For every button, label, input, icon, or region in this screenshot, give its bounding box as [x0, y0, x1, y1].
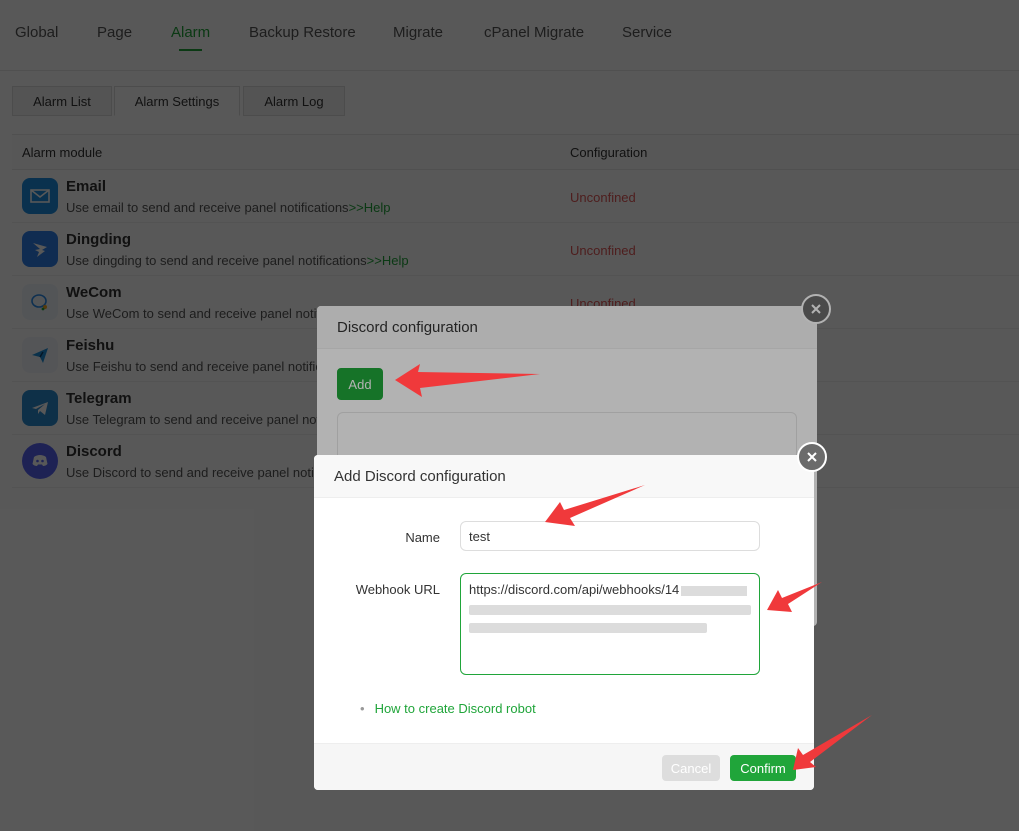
webhook-url-text: https://discord.com/api/webhooks/14: [469, 582, 751, 597]
redacted-text: [469, 605, 751, 615]
redacted-text: [469, 623, 707, 633]
help-link-discord-robot[interactable]: How to create Discord robot: [360, 701, 536, 716]
dialog-header: Add Discord configuration: [314, 455, 814, 498]
cancel-button[interactable]: Cancel: [662, 755, 720, 781]
add-discord-config-dialog: Add Discord configuration Name Webhook U…: [314, 455, 814, 790]
confirm-button[interactable]: Confirm: [730, 755, 796, 781]
dialog-footer: Cancel Confirm: [314, 743, 814, 790]
webhook-url-input[interactable]: https://discord.com/api/webhooks/14: [460, 573, 760, 675]
close-icon[interactable]: [797, 442, 827, 472]
name-label: Name: [405, 530, 440, 545]
webhook-url-label: Webhook URL: [355, 582, 440, 597]
name-input[interactable]: [460, 521, 760, 551]
dialog-title: Add Discord configuration: [334, 468, 506, 485]
